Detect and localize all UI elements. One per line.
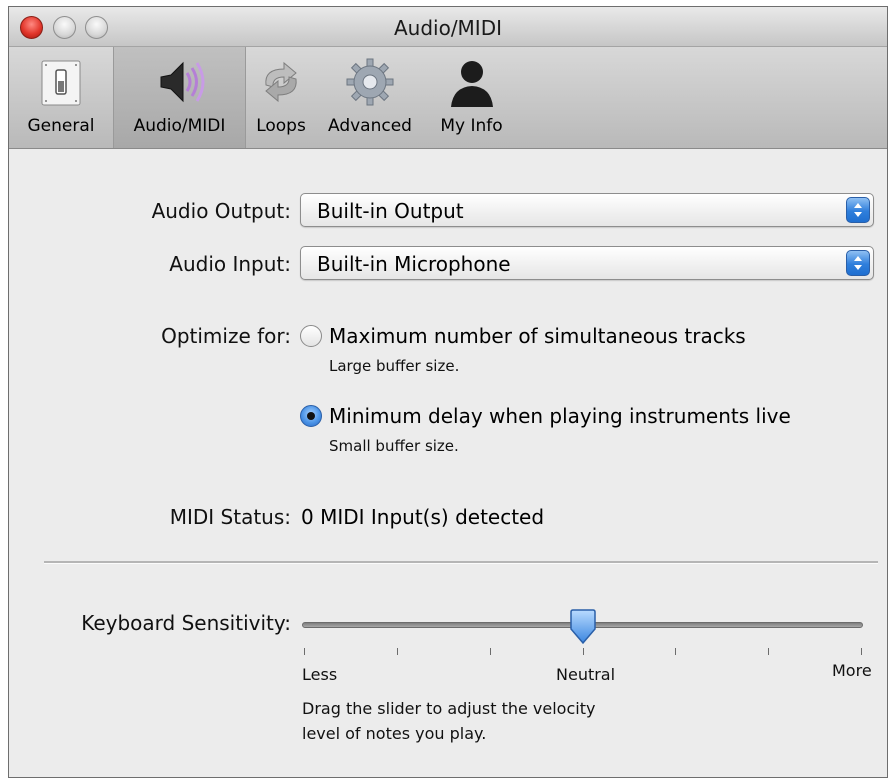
optimize-label: Optimize for:	[161, 324, 291, 348]
tab-my-info[interactable]: My Info	[424, 47, 519, 148]
tab-my-info-label: My Info	[440, 116, 503, 136]
slider-less-label: Less	[302, 665, 338, 684]
optimize-live-radio[interactable]	[300, 405, 322, 427]
preferences-window: Audio/MIDI General Audio/MIDI Loops Adva…	[8, 6, 888, 778]
slider-tick	[397, 648, 398, 655]
slider-neutral-label: Neutral	[556, 665, 616, 684]
loop-arrows-icon	[265, 61, 297, 103]
slider-tick	[304, 648, 305, 655]
tab-general[interactable]: General	[9, 47, 113, 148]
tab-audio-midi-label: Audio/MIDI	[133, 116, 226, 136]
slider-help-line-1: Drag the slider to adjust the velocity	[302, 699, 596, 718]
optimize-tracks-sub: Large buffer size.	[329, 357, 460, 375]
tab-loops[interactable]: Loops	[246, 47, 316, 148]
chevron-up-down-icon	[854, 203, 862, 217]
slider-tick	[861, 648, 862, 655]
gear-icon	[346, 58, 394, 106]
audio-input-select[interactable]: Built-in Microphone	[300, 246, 874, 280]
audio-input-value: Built-in Microphone	[317, 252, 511, 276]
audio-input-label: Audio Input:	[169, 252, 291, 276]
speaker-icon	[160, 61, 204, 103]
tab-advanced-label: Advanced	[328, 116, 412, 136]
popup-arrows-icon	[846, 197, 870, 223]
slider-tick	[583, 648, 584, 655]
audio-output-label: Audio Output:	[151, 199, 291, 223]
audio-output-select[interactable]: Built-in Output	[300, 193, 874, 227]
slider-thumb[interactable]	[568, 609, 598, 645]
title-bar: Audio/MIDI	[9, 7, 887, 47]
optimize-live-title[interactable]: Minimum delay when playing instruments l…	[329, 404, 791, 428]
window-title: Audio/MIDI	[393, 16, 503, 40]
optimize-tracks-radio[interactable]	[300, 325, 322, 347]
popup-arrows-icon	[846, 250, 870, 276]
tab-general-label: General	[27, 116, 95, 136]
person-silhouette-icon	[450, 61, 493, 107]
slider-tick	[675, 648, 676, 655]
keyboard-sensitivity-label: Keyboard Sensitivity:	[81, 611, 291, 635]
slider-tick	[490, 648, 491, 655]
midi-status-value: 0 MIDI Input(s) detected	[301, 505, 545, 529]
tab-advanced[interactable]: Advanced	[316, 47, 424, 148]
tab-audio-midi[interactable]: Audio/MIDI	[113, 47, 246, 148]
optimize-live-sub: Small buffer size.	[329, 437, 459, 455]
section-divider	[44, 561, 878, 564]
toggle-switch-icon	[41, 60, 81, 106]
slider-tick	[768, 648, 769, 655]
slider-more-label: More	[832, 661, 872, 680]
midi-status-label: MIDI Status:	[169, 505, 291, 529]
chevron-up-down-icon	[854, 256, 862, 270]
preferences-toolbar: General Audio/MIDI Loops Advanced My Inf…	[9, 47, 887, 149]
slider-help-line-2: level of notes you play.	[302, 724, 487, 743]
tab-loops-label: Loops	[256, 116, 306, 136]
optimize-tracks-title[interactable]: Maximum number of simultaneous tracks	[329, 324, 746, 348]
audio-output-value: Built-in Output	[317, 199, 464, 223]
